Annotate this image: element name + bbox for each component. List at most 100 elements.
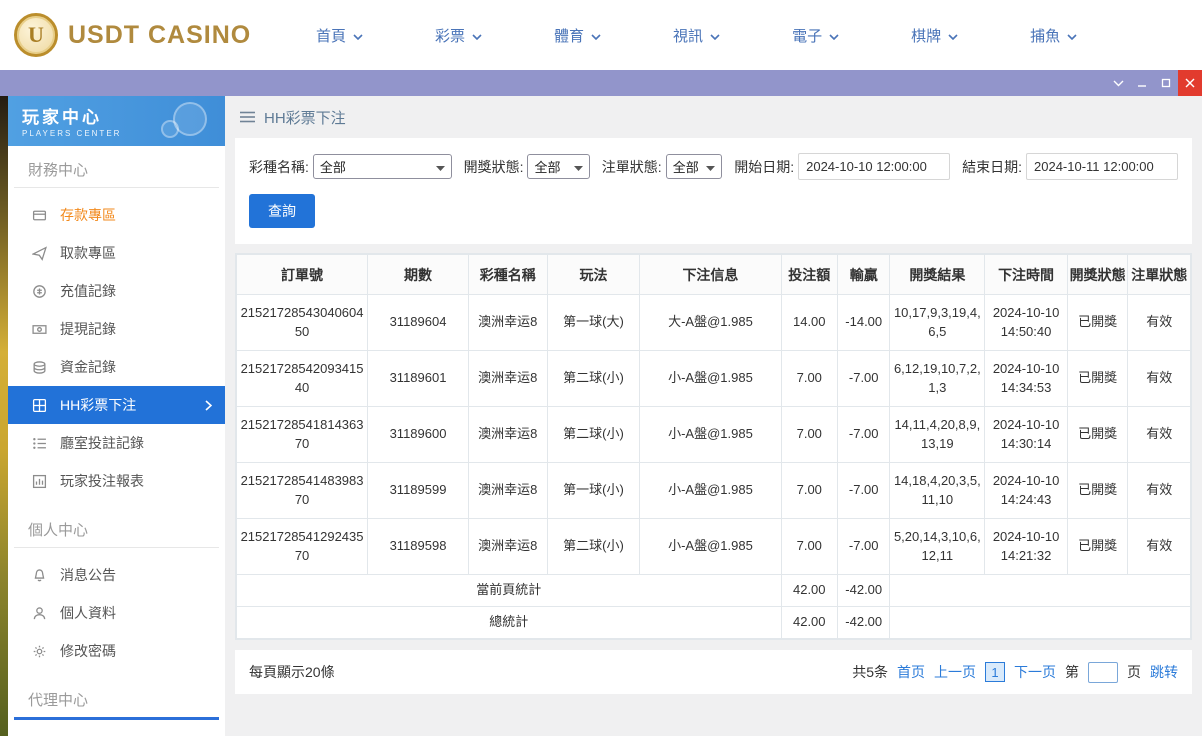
nav-item-label: 彩票: [435, 27, 466, 45]
sidebar-item-label: 個人資料: [60, 605, 116, 621]
sidebar-item[interactable]: 玩家投注報表: [8, 462, 225, 500]
sidebar-item[interactable]: 資金記錄: [8, 348, 225, 386]
sidebar-item[interactable]: 修改密碼: [8, 632, 225, 670]
top-header: U USDT CASINO 首頁 彩票 體育 視訊 電子 棋牌 捕魚: [0, 0, 1202, 70]
draw-status-select-value: 全部: [534, 160, 561, 175]
table-cell: 澳洲幸运8: [467, 350, 548, 407]
nav-item[interactable]: 捕魚: [1030, 25, 1077, 46]
table-header-row: 訂單號 期數 彩種名稱 玩法 下注信息 投注額 輸贏 開獎結果 下注時間 開獎狀態 注單狀態: [235, 254, 1191, 295]
column-header: 注單狀態: [1127, 254, 1191, 295]
nav-item[interactable]: 首頁: [316, 25, 363, 46]
sidebar-item[interactable]: 個人資料: [8, 594, 225, 632]
table-cell: 10,17,9,3,19,4,6,5: [889, 294, 986, 351]
table-cell: 2152172854181436370: [235, 406, 369, 463]
draw-status-filter-label: 開獎狀態:: [463, 158, 524, 175]
query-button[interactable]: 查詢: [249, 194, 315, 228]
total-count: 共5条: [852, 664, 888, 680]
table-cell: 31189604: [367, 294, 469, 351]
chevron-down-button[interactable]: [1106, 70, 1130, 96]
sidebar-item-label: 修改密碼: [60, 643, 116, 659]
window-controls: [1106, 70, 1202, 96]
table-cell: 2024-10-10 14:34:53: [984, 350, 1068, 407]
nav-item[interactable]: 棋牌: [911, 25, 958, 46]
table-cell: 31189601: [367, 350, 469, 407]
nav-item-label: 體育: [554, 27, 585, 45]
chevron-down-icon: [1067, 27, 1077, 44]
main-content: HH彩票下注 彩種名稱: 全部 開獎狀態: 全部 注單狀態: 全部 開始日期: …: [225, 96, 1202, 736]
first-page-link[interactable]: 首页: [897, 662, 925, 682]
table-cell: 有效: [1127, 406, 1191, 463]
table-cell: 小-A盤@1.985: [639, 406, 782, 463]
current-page[interactable]: 1: [985, 662, 1005, 682]
table-cell: 已開獎: [1066, 350, 1129, 407]
decorative-circle-icon: [161, 120, 179, 138]
goto-label-suffix: 页: [1127, 664, 1141, 680]
table-cell: 小-A盤@1.985: [639, 350, 782, 407]
withdraw-icon: [32, 245, 47, 261]
order-status-select[interactable]: 全部: [665, 154, 723, 179]
sidebar-item-label: 充值記錄: [60, 283, 116, 299]
prev-page-link[interactable]: 上一页: [934, 662, 976, 682]
table-cell: 31189599: [367, 462, 469, 519]
sidebar-item[interactable]: 取款專區: [8, 234, 225, 272]
summary-label: 當前頁統計: [236, 574, 782, 607]
jump-link[interactable]: 跳转: [1150, 662, 1178, 682]
table-cell: -7.00: [836, 406, 891, 463]
lottery-select-value: 全部: [319, 160, 346, 175]
nav-item-label: 捕魚: [1030, 27, 1061, 45]
sidebar-item[interactable]: 充值記錄: [8, 272, 225, 310]
table-cell: 澳洲幸运8: [467, 518, 548, 575]
minimize-button[interactable]: [1130, 70, 1154, 96]
table-cell: 有效: [1127, 350, 1191, 407]
menu-toggle-icon[interactable]: [240, 111, 255, 123]
table-cell: 小-A盤@1.985: [639, 462, 782, 519]
sidebar-item[interactable]: 消息公告: [8, 556, 225, 594]
nav-item[interactable]: 彩票: [435, 25, 482, 46]
nav-item[interactable]: 電子: [792, 25, 839, 46]
sidebar-item[interactable]: 廳室投註記錄: [8, 424, 225, 462]
table-cell: 2024-10-10 14:21:32: [984, 518, 1068, 575]
table-cell: 2024-10-10 14:24:43: [984, 462, 1068, 519]
draw-status-select[interactable]: 全部: [527, 154, 590, 179]
summary-row: 當前頁統計 42.00 -42.00: [236, 574, 1191, 607]
table-cell: -7.00: [836, 518, 891, 575]
table-cell: 澳洲幸运8: [467, 406, 548, 463]
table-cell: 7.00: [780, 518, 839, 575]
table-cell: 31189600: [367, 406, 469, 463]
table-cell: 已開獎: [1066, 518, 1129, 575]
table-cell: 2024-10-10 14:50:40: [984, 294, 1068, 351]
logo[interactable]: U USDT CASINO: [14, 13, 264, 57]
sidebar-item[interactable]: 存款專區: [8, 196, 225, 234]
maximize-button[interactable]: [1154, 70, 1178, 96]
summary-empty-cell: [889, 606, 1191, 639]
table-cell: 5,20,14,3,10,6,12,11: [889, 518, 986, 575]
table-cell: 7.00: [780, 350, 839, 407]
chevron-down-icon: [573, 159, 583, 174]
page-jump-input[interactable]: [1088, 661, 1118, 683]
start-date-input[interactable]: [798, 153, 951, 180]
sidebar-menu: 財務中心 存款專區 取款專區 充值記錄 提現記錄 資金記錄 HH彩票下注 廳室投註記錄 玩家投注…: [8, 146, 225, 720]
column-header: 彩種名稱: [467, 254, 548, 295]
table-cell: 14,11,4,20,8,9,13,19: [889, 406, 986, 463]
sidebar-item[interactable]: 提現記錄: [8, 310, 225, 348]
close-button[interactable]: [1178, 70, 1202, 96]
column-header: 輸贏: [836, 254, 891, 295]
table-cell: 2152172854129243570: [235, 518, 369, 575]
lottery-select[interactable]: 全部: [312, 154, 452, 179]
nav-item[interactable]: 體育: [554, 25, 601, 46]
next-page-link[interactable]: 下一页: [1014, 662, 1056, 682]
sidebar-item[interactable]: HH彩票下注: [8, 386, 225, 424]
end-date-input[interactable]: [1026, 153, 1178, 180]
report-icon: [32, 474, 47, 489]
page-title: HH彩票下注: [264, 109, 346, 127]
chevron-down-icon: [353, 27, 363, 44]
sidebar-item-label: 存款專區: [60, 207, 116, 223]
order-status-select-value: 全部: [672, 160, 699, 175]
nav-item[interactable]: 視訊: [673, 25, 720, 46]
table-cell: 2152172854209341540: [235, 350, 369, 407]
sidebar-item-label: 資金記錄: [60, 359, 116, 375]
bets-table-panel: 訂單號 期數 彩種名稱 玩法 下注信息 投注額 輸贏 開獎結果 下注時間 開獎狀態 注單狀態 215…: [235, 253, 1192, 640]
recharge-icon: [32, 284, 47, 299]
table-cell: 已開獎: [1066, 462, 1129, 519]
table-row: 2152172854304060450 31189604 澳洲幸运8 第一球(大) 大-…: [235, 294, 1191, 351]
